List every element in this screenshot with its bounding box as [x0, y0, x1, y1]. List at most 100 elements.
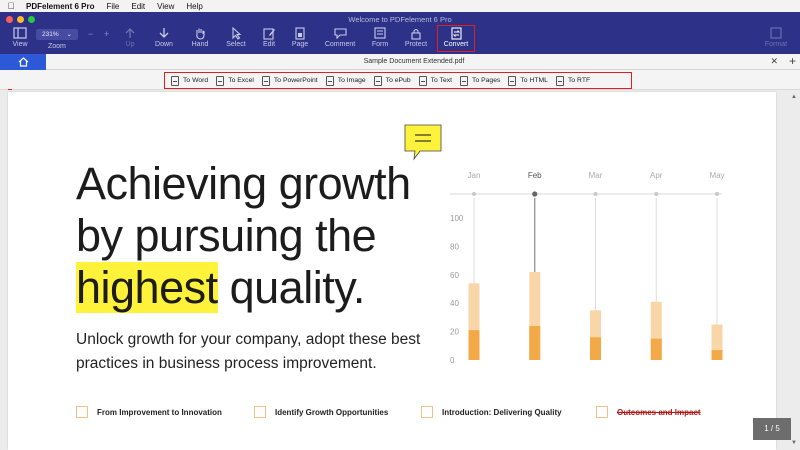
to-excel-button[interactable]: To Excel	[216, 75, 254, 86]
window-title: Welcome to PDFelement 6 Pro	[348, 15, 452, 24]
format-label: Format	[764, 41, 788, 48]
protect-label: Protect	[404, 41, 428, 48]
chart-axis-dot	[715, 192, 719, 196]
file-icon	[418, 75, 427, 86]
menu-bar:  PDFelement 6 Pro File Edit View Help	[0, 0, 800, 12]
hand-label: Hand	[191, 41, 209, 48]
apple-icon[interactable]: 	[4, 1, 18, 11]
x-tick-label: Jan	[468, 171, 481, 180]
to-image-label: To Image	[337, 77, 366, 84]
format-icon	[756, 26, 796, 40]
monthly-bar-chart: 100 80 60 40 20 0 Jan Feb Mar Apr May	[450, 171, 725, 365]
chart-axis-dot	[654, 192, 659, 196]
page-icon	[280, 26, 320, 40]
comment-button[interactable]: Comment	[320, 26, 360, 48]
headline-line-1: Achieving growth	[76, 158, 411, 209]
bar-dark	[590, 337, 601, 360]
to-word-button[interactable]: To Word	[171, 75, 209, 86]
lock-icon	[396, 26, 436, 40]
document-viewport[interactable]: Achieving growth by pursuing the highest…	[0, 90, 800, 450]
vertical-scrollbar[interactable]: ▲ ▼	[790, 94, 798, 446]
bar-dark	[529, 325, 541, 360]
to-pages-label: To Pages	[472, 77, 501, 84]
new-tab-icon[interactable]: +	[789, 54, 796, 68]
zoom-value: 231%	[42, 31, 59, 38]
feature-item[interactable]: Identify Growth Opportunities	[254, 406, 388, 418]
feature-item[interactable]: From Improvement to Innovation	[76, 406, 222, 418]
y-tick-label: 40	[450, 299, 459, 308]
hand-button[interactable]: Hand	[180, 26, 220, 48]
view-label: View	[12, 41, 28, 48]
highlighted-word: highest	[76, 262, 218, 313]
bar-dark	[650, 338, 662, 360]
toolbar-tools: View 231% ⌄ Zoom − + Up Down Hand Select…	[0, 25, 800, 54]
y-tick-label: 20	[450, 328, 459, 337]
feature-label: Introduction: Delivering Quality	[442, 407, 562, 417]
to-rtf-label: To RTF	[567, 77, 591, 84]
to-rtf-button[interactable]: To RTF	[555, 75, 591, 86]
menu-file[interactable]: File	[106, 2, 119, 11]
chart-axis-dot	[472, 192, 476, 196]
view-button[interactable]: View	[0, 26, 40, 48]
form-label: Form	[371, 41, 389, 48]
comment-label: Comment	[324, 41, 356, 48]
feature-label: Identify Growth Opportunities	[275, 407, 389, 417]
main-toolbar: Welcome to PDFelement 6 Pro View 231% ⌄ …	[0, 12, 800, 54]
comment-note-icon[interactable]	[404, 124, 446, 162]
to-html-label: To HTML	[520, 77, 548, 84]
hand-icon	[180, 26, 220, 40]
menu-app-name[interactable]: PDFelement 6 Pro	[26, 2, 94, 11]
down-icon	[144, 26, 184, 40]
protect-button[interactable]: Protect	[396, 26, 436, 48]
y-tick-label: 80	[450, 242, 459, 251]
menu-help[interactable]: Help	[186, 2, 202, 11]
menu-edit[interactable]: Edit	[131, 2, 145, 11]
page-button[interactable]: Page	[280, 26, 320, 48]
headline-line-3: highest quality.	[76, 262, 411, 314]
scroll-down-icon[interactable]: ▼	[790, 440, 798, 446]
file-icon	[171, 75, 179, 86]
home-icon	[18, 57, 28, 67]
zoom-select[interactable]: 231% ⌄	[36, 29, 78, 40]
document-tab[interactable]: Sample Document Extended.pdf	[46, 54, 782, 70]
chevron-down-icon: ⌄	[66, 31, 72, 38]
to-text-button[interactable]: To Text	[418, 75, 452, 86]
feature-icon	[76, 406, 88, 418]
to-powerpoint-button[interactable]: To PowerPoint	[261, 75, 318, 86]
page-indicator[interactable]: 1 / 5	[753, 418, 791, 440]
file-icon	[261, 75, 270, 86]
y-tick-label: 100	[450, 214, 464, 223]
pdf-page: Achieving growth by pursuing the highest…	[8, 92, 776, 450]
to-pages-button[interactable]: To Pages	[460, 75, 501, 86]
bar-dark	[711, 350, 723, 360]
format-button[interactable]: Format	[756, 26, 796, 48]
file-icon	[460, 75, 469, 86]
close-tab-icon[interactable]: ✕	[770, 56, 778, 67]
zoom-out-icon[interactable]: −	[88, 29, 93, 39]
convert-subtoolbar: To Word To Excel To PowerPoint To Image …	[0, 70, 800, 90]
chart-axis-dot	[593, 192, 598, 196]
x-tick-label: Feb	[528, 171, 542, 180]
to-epub-button[interactable]: To ePub	[373, 75, 411, 86]
home-tab[interactable]	[0, 54, 46, 70]
file-icon	[508, 75, 517, 86]
feature-label-strikethrough: Outcomes and Impact	[617, 407, 701, 417]
to-html-button[interactable]: To HTML	[508, 75, 548, 86]
feature-item[interactable]: Introduction: Delivering Quality	[421, 406, 562, 418]
zoom-in-icon[interactable]: +	[104, 29, 109, 39]
x-tick-label: May	[709, 171, 724, 180]
scroll-up-icon[interactable]: ▲	[790, 94, 798, 100]
convert-options: To Word To Excel To PowerPoint To Image …	[164, 72, 632, 89]
down-button[interactable]: Down	[144, 26, 184, 48]
file-icon	[216, 75, 225, 86]
feature-item[interactable]: Outcomes and Impact	[596, 406, 701, 418]
menu-view[interactable]: View	[157, 2, 174, 11]
page-subheading: Unlock growth for your company, adopt th…	[76, 331, 421, 372]
feature-label: From Improvement to Innovation	[97, 407, 222, 417]
file-icon	[325, 75, 334, 86]
to-word-label: To Word	[183, 77, 209, 84]
feature-list: From Improvement to Innovation Identify …	[76, 406, 756, 420]
to-image-button[interactable]: To Image	[325, 75, 366, 86]
zoom-label: Zoom	[48, 43, 66, 50]
form-button[interactable]: Form	[360, 26, 400, 48]
